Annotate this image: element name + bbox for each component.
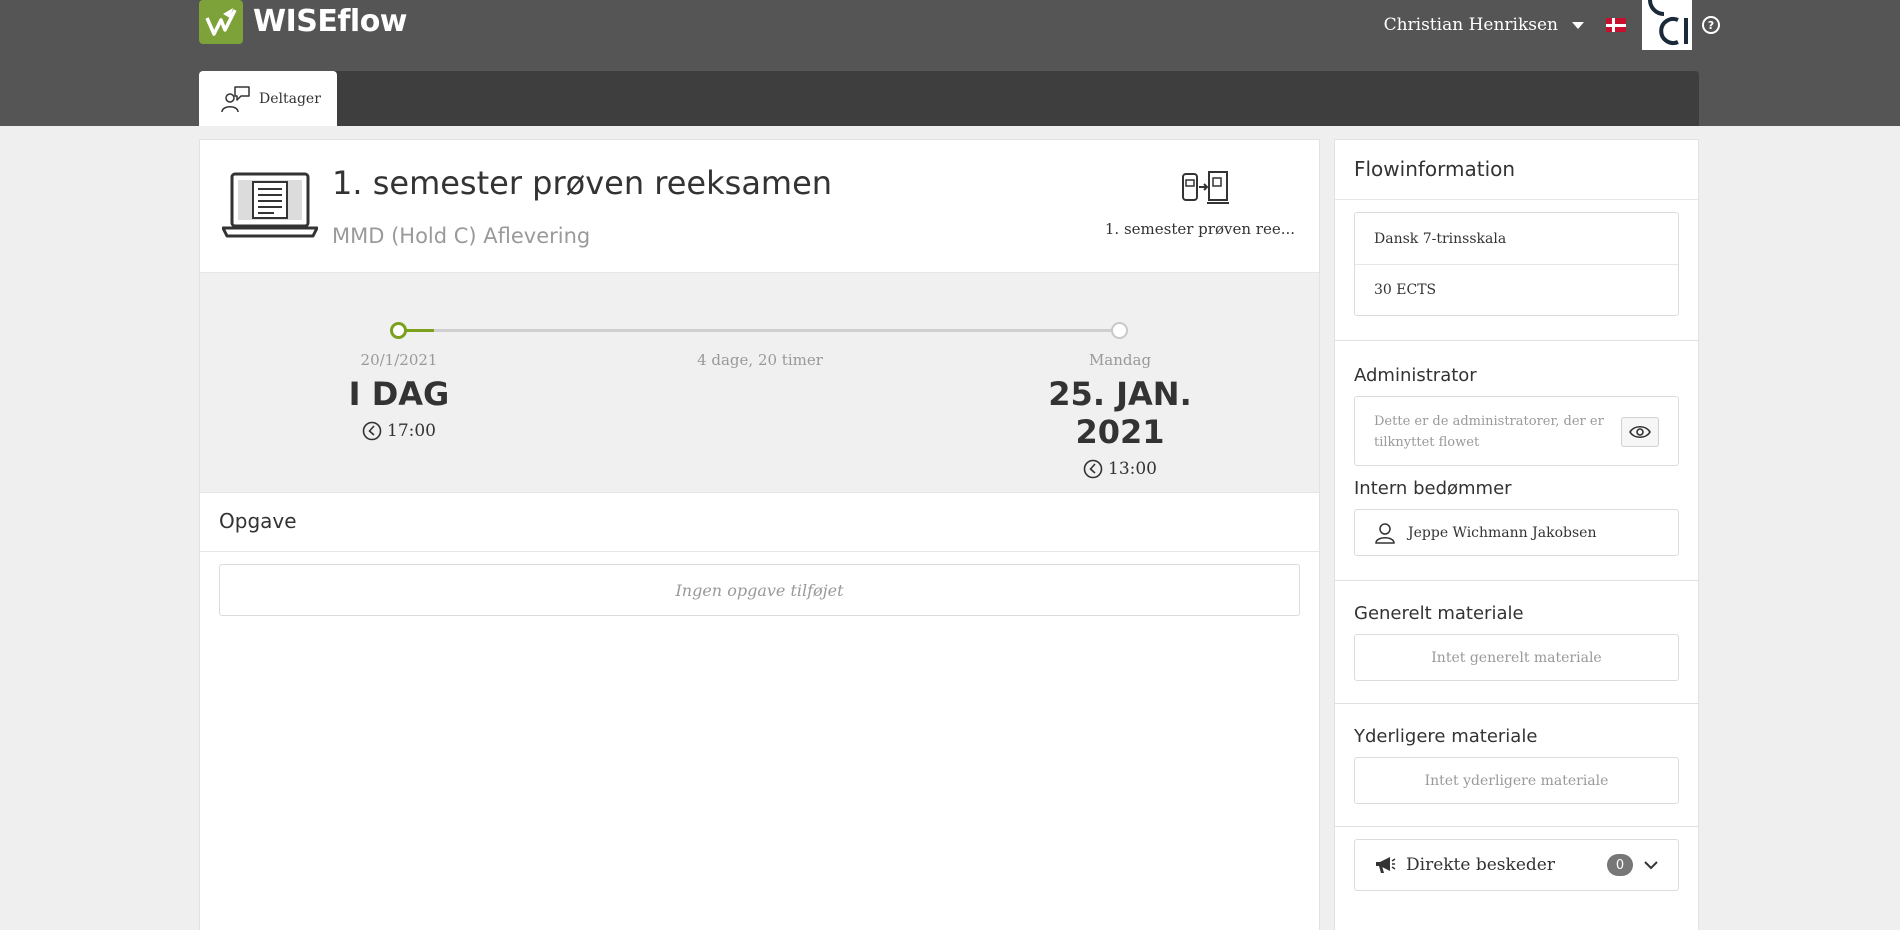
end-time-text: 13:00 [1108,459,1157,479]
administrator-text: Dette er de administratorer, der er tilk… [1374,414,1604,450]
help-icon[interactable]: ? [1702,16,1720,34]
info-section: Dansk 7-trinsskala 30 ECTS [1335,200,1698,341]
assessor-title: Intern bedømmer [1354,478,1512,499]
user-name[interactable]: Christian Henriksen [1384,15,1558,35]
additional-material-empty: Intet yderligere materiale [1354,757,1679,804]
caret-down-icon[interactable] [1572,21,1584,29]
info-row-ects: 30 ECTS [1355,264,1678,315]
flow-header: 1. semester prøven reeksamen MMD (Hold C… [200,140,1319,273]
eye-icon [1629,425,1651,439]
start-time-text: 17:00 [387,421,436,441]
administrator-title: Administrator [1354,365,1477,386]
people-section: Administrator Dette er de administratore… [1335,341,1698,581]
flow-reference-link[interactable]: 1. semester prøven ree... [1105,220,1295,238]
info-row-grading-scale: Dansk 7-trinsskala [1374,230,1507,247]
tab-bar: Deltager [199,71,1699,126]
additional-material-section: Yderligere materiale Intet yderligere ma… [1335,704,1698,827]
timeline-start: 20/1/2021 I DAG 17:00 [279,351,519,441]
clock-icon [1083,459,1103,479]
flow-information-panel: Flowinformation Dansk 7-trinsskala 30 EC… [1334,139,1699,930]
end-time: 13:00 [1000,459,1240,479]
top-header: WISEflow Christian Henriksen ? Deltager [0,0,1900,126]
flow-reference-icon[interactable] [1181,170,1231,210]
sidebar-heading: Flowinformation [1335,140,1698,200]
chevron-down-icon [1644,861,1658,870]
laptop-document-icon [221,172,319,244]
timeline-end-dot [1111,322,1128,339]
timeline: 20/1/2021 I DAG 17:00 4 dage, 20 timer M… [200,273,1319,493]
start-date: 20/1/2021 [360,351,438,369]
timeline-track [398,329,1120,332]
wiseflow-logo-icon [199,0,243,44]
show-administrators-button[interactable] [1621,417,1659,447]
danish-flag-icon[interactable] [1606,18,1626,32]
direct-messages-label: Direkte beskeder [1406,855,1555,875]
start-time: 17:00 [279,421,519,441]
flow-subtitle: MMD (Hold C) Aflevering [332,224,591,248]
assessor-item[interactable]: Jeppe Wichmann Jakobsen [1354,509,1679,556]
timeline-duration: 4 dage, 20 timer [697,351,823,369]
messages-count-badge: 0 [1607,854,1633,876]
tab-label: Deltager [259,90,321,107]
assignment-empty: Ingen opgave tilføjet [219,564,1300,616]
assignment-heading: Opgave [200,493,1319,552]
administrator-box: Dette er de administratorer, der er tilk… [1354,396,1679,466]
messages-section: Direkte beskeder 0 [1335,827,1698,915]
assessor-name: Jeppe Wichmann Jakobsen [1408,524,1597,541]
general-material-title: Generelt materiale [1354,603,1524,624]
flow-title: 1. semester prøven reeksamen [332,164,833,202]
timeline-start-dot [390,322,407,339]
end-label: 25. JAN. 2021 [1048,375,1192,451]
user-icon [1375,522,1395,544]
additional-material-title: Yderligere materiale [1354,726,1538,747]
clock-icon [362,421,382,441]
flow-card: 1. semester prøven reeksamen MMD (Hold C… [199,139,1320,930]
general-material-empty: Intet generelt materiale [1354,634,1679,681]
general-material-section: Generelt materiale Intet generelt materi… [1335,581,1698,704]
end-date: Mandag [1088,351,1152,369]
user-area: Christian Henriksen ? [1384,0,1720,50]
brand-name: WISEflow [253,4,408,39]
megaphone-icon [1376,857,1396,873]
organization-logo-icon [1642,0,1692,50]
start-label: I DAG [348,375,450,413]
participant-icon [221,85,250,112]
info-list: Dansk 7-trinsskala 30 ECTS [1354,212,1679,316]
tab-deltager[interactable]: Deltager [199,71,337,126]
brand[interactable]: WISEflow [199,0,408,44]
direct-messages-toggle[interactable]: Direkte beskeder 0 [1354,839,1679,891]
timeline-end: Mandag 25. JAN. 2021 13:00 [1000,351,1240,479]
